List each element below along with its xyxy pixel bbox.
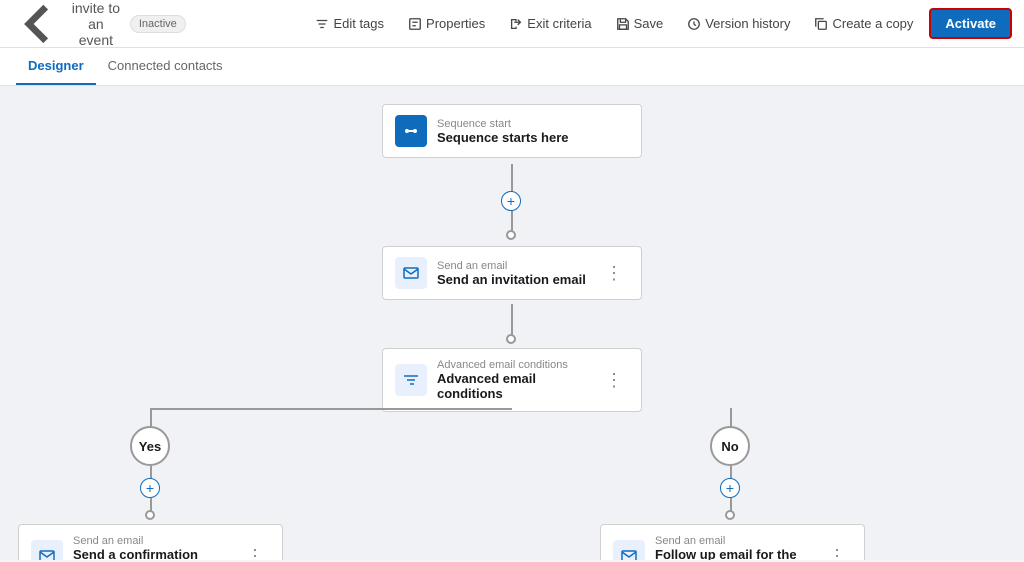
- confirm-icon: [31, 540, 63, 560]
- branch-line-h: [150, 408, 512, 410]
- status-badge: Inactive: [130, 15, 186, 33]
- edit-tags-button[interactable]: Edit tags: [307, 12, 392, 35]
- left-dot: [145, 510, 155, 520]
- send-email-1-label: Send an email: [437, 260, 589, 272]
- confirm-label: Send an email: [73, 535, 230, 547]
- exit-criteria-button[interactable]: Exit criteria: [501, 12, 599, 35]
- sequence-start-icon: [395, 115, 427, 147]
- followup-icon: [613, 540, 645, 560]
- followup-menu[interactable]: ⋮: [822, 544, 852, 561]
- tab-designer[interactable]: Designer: [16, 48, 96, 85]
- create-copy-button[interactable]: Create a copy: [806, 12, 921, 35]
- confirm-menu[interactable]: ⋮: [240, 544, 270, 561]
- page-title: invite to an event: [70, 0, 122, 48]
- connector-dot-1: [506, 230, 516, 240]
- adv-cond-1-label: Advanced email conditions: [437, 359, 589, 371]
- send-email-1-title: Send an invitation email: [437, 272, 589, 287]
- seq-start-title: Sequence starts here: [437, 130, 629, 145]
- send-email-1-icon: [395, 257, 427, 289]
- connector-line-2: [511, 211, 513, 231]
- send-followup-node: Send an email Follow up email for the ev…: [600, 524, 865, 560]
- adv-cond-1-title: Advanced email conditions: [437, 371, 589, 401]
- tab-bar: Designer Connected contacts: [0, 48, 1024, 86]
- followup-label: Send an email: [655, 535, 812, 547]
- connector-dot-2: [506, 334, 516, 344]
- version-history-button[interactable]: Version history: [679, 12, 798, 35]
- followup-title: Follow up email for the event: [655, 547, 812, 560]
- advanced-cond-1-icon: [395, 364, 427, 396]
- advanced-conditions-node-1: Advanced email conditions Advanced email…: [382, 348, 642, 412]
- send-confirmation-node: Send an email Send a confirmation email …: [18, 524, 283, 560]
- send-email-1-menu[interactable]: ⋮: [599, 261, 629, 286]
- connector-line-3: [511, 304, 513, 336]
- connector-line-1: [511, 164, 513, 194]
- seq-start-label: Sequence start: [437, 118, 629, 130]
- adv-cond-1-menu[interactable]: ⋮: [599, 368, 629, 393]
- sequence-start-node: Sequence start Sequence starts here: [382, 104, 642, 158]
- no-branch-label: No: [710, 426, 750, 466]
- add-step-1[interactable]: +: [501, 191, 521, 211]
- properties-button[interactable]: Properties: [400, 12, 493, 35]
- add-step-left[interactable]: +: [140, 478, 160, 498]
- app-header: invite to an event Inactive Edit tags Pr…: [0, 0, 1024, 48]
- right-dot: [725, 510, 735, 520]
- save-button[interactable]: Save: [608, 12, 672, 35]
- confirm-title: Send a confirmation email: [73, 547, 230, 560]
- send-email-node-1: Send an email Send an invitation email ⋮: [382, 246, 642, 300]
- activate-button[interactable]: Activate: [929, 8, 1012, 39]
- tab-connected-contacts[interactable]: Connected contacts: [96, 48, 235, 85]
- yes-branch-label: Yes: [130, 426, 170, 466]
- back-button[interactable]: invite to an event: [12, 0, 122, 50]
- flow-canvas: Sequence start Sequence starts here + Se…: [0, 86, 1024, 560]
- add-step-right[interactable]: +: [720, 478, 740, 498]
